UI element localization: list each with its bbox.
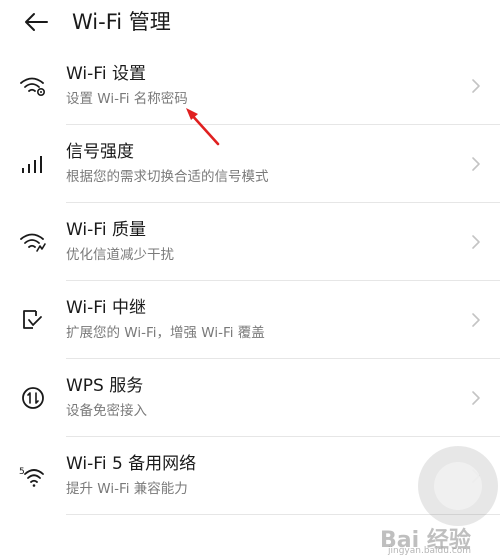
wifi-relay-icon: [16, 303, 50, 337]
list-item-wps[interactable]: WPS 服务 设备免密接入: [0, 359, 500, 437]
chevron-right-icon: [472, 313, 480, 327]
signal-strength-icon: [16, 147, 50, 181]
chevron-right-icon: [472, 79, 480, 93]
item-title: Wi-Fi 中继: [66, 298, 146, 318]
item-subtitle: 优化信道减少干扰: [66, 247, 174, 263]
item-subtitle: 设备免密接入: [66, 403, 147, 419]
app-header: Wi-Fi 管理: [0, 0, 500, 44]
list-item-signal-strength[interactable]: 信号强度 根据您的需求切换合适的信号模式: [0, 125, 500, 203]
svg-text:5: 5: [19, 467, 25, 477]
back-arrow-icon: [25, 13, 48, 31]
list-item-wifi-relay[interactable]: Wi-Fi 中继 扩展您的 Wi-Fi，增强 Wi-Fi 覆盖: [0, 281, 500, 359]
item-subtitle: 提升 Wi-Fi 兼容能力: [66, 481, 188, 497]
item-subtitle: 根据您的需求切换合适的信号模式: [66, 169, 269, 185]
list-item-wifi-settings[interactable]: Wi-Fi 设置 设置 Wi-Fi 名称密码: [0, 47, 500, 125]
item-subtitle: 设置 Wi-Fi 名称密码: [66, 91, 188, 107]
wifi-quality-icon: [16, 225, 50, 259]
item-title: Wi-Fi 质量: [66, 220, 146, 240]
item-title: 信号强度: [66, 142, 134, 162]
chevron-right-icon: [472, 157, 480, 171]
item-title: Wi-Fi 5 备用网络: [66, 454, 197, 474]
watermark: Bai 经验 jingyan.baidu.com: [380, 438, 500, 557]
chevron-right-icon: [472, 235, 480, 249]
item-subtitle: 扩展您的 Wi-Fi，增强 Wi-Fi 覆盖: [66, 325, 265, 341]
annotation-arrow: [186, 108, 220, 146]
item-title: WPS 服务: [66, 376, 144, 396]
item-title: Wi-Fi 设置: [66, 64, 146, 84]
list-item-wifi-quality[interactable]: Wi-Fi 质量 优化信道减少干扰: [0, 203, 500, 281]
page-title: Wi-Fi 管理: [72, 10, 171, 34]
chevron-right-icon: [472, 391, 480, 405]
wps-icon: [16, 381, 50, 415]
watermark-subtext: jingyan.baidu.com: [388, 546, 472, 556]
back-button[interactable]: [18, 6, 54, 38]
wifi-settings-icon: [16, 69, 50, 103]
wifi5-icon: 5: [16, 459, 50, 493]
watermark-inner-circle: [434, 462, 482, 510]
